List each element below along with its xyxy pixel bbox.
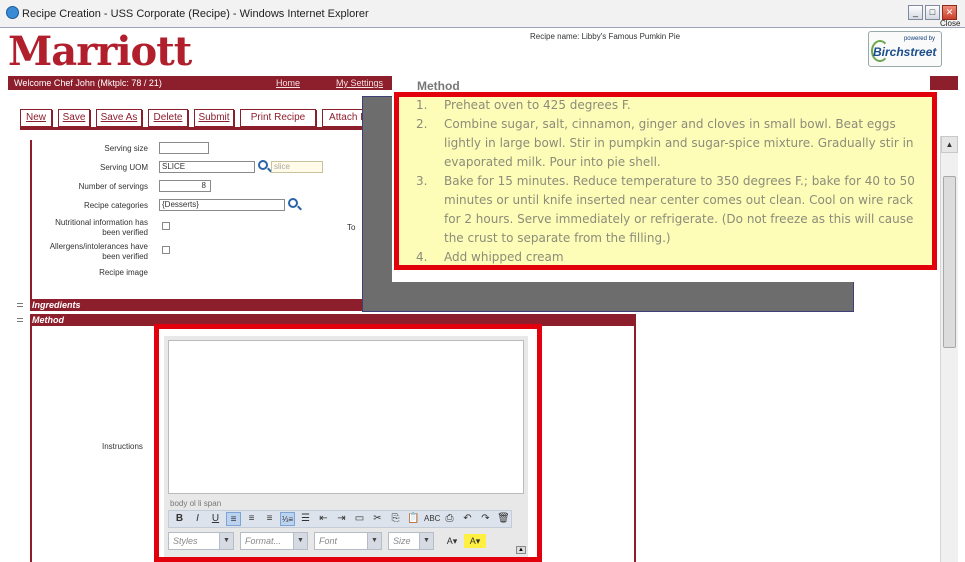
ie-icon: [6, 6, 19, 19]
welcome-text: Welcome Chef John (Mktplc: 78 / 21): [14, 78, 162, 88]
list-item: 2. Combine sugar, salt, cinnamon, ginger …: [406, 115, 926, 172]
method-popup-heading: Method: [417, 79, 460, 93]
save-button[interactable]: Save: [58, 109, 90, 127]
serving-uom-input[interactable]: SLICE: [159, 161, 255, 173]
save-as-button[interactable]: Save As: [96, 109, 142, 127]
recipe-categories-input[interactable]: {Desserts}: [159, 199, 285, 211]
birchstreet-logo: powered by Birchstreet: [868, 31, 942, 67]
window-titlebar: Recipe Creation - USS Corporate (Recipe)…: [0, 0, 965, 28]
nutrition-verified-label-2: been verified: [102, 228, 148, 237]
step-text: Combine sugar, salt, cinnamon, ginger an…: [444, 117, 914, 169]
step-number: 2.: [416, 117, 428, 131]
logo-text: Marriott: [8, 28, 192, 75]
close-icon[interactable]: ✕: [942, 5, 957, 20]
search-icon[interactable]: [258, 160, 268, 170]
list-item: 3. Bake for 15 minutes. Reduce temperatur…: [406, 172, 926, 248]
close-tooltip: Close: [940, 19, 961, 28]
brand-text: Birchstreet: [873, 45, 937, 59]
new-button[interactable]: New: [20, 109, 52, 127]
instructions-label: Instructions: [102, 442, 143, 451]
marriott-logo: Marriott: [8, 28, 248, 75]
minimize-icon[interactable]: _: [908, 5, 923, 20]
step-number: 4.: [416, 250, 428, 264]
recipe-image-label: Recipe image: [99, 268, 148, 277]
step-number: 1.: [416, 98, 428, 112]
scrollbar-thumb[interactable]: [943, 176, 956, 348]
drag-handle-icon[interactable]: [17, 315, 25, 325]
print-recipe-button[interactable]: Print Recipe: [240, 109, 316, 127]
powered-by-text: powered by: [903, 36, 935, 42]
list-item: 1. Preheat oven to 425 degrees F.: [406, 96, 926, 115]
step-text: Preheat oven to 425 degrees F.: [444, 98, 631, 112]
collapse-toolbar-icon[interactable]: ▲: [516, 546, 526, 554]
home-link[interactable]: Home: [276, 78, 300, 88]
serving-size-input[interactable]: [159, 142, 209, 154]
step-number: 3.: [416, 174, 428, 188]
maximize-icon[interactable]: □: [925, 5, 940, 20]
category-search-icon[interactable]: [288, 198, 298, 208]
window-title: Recipe Creation - USS Corporate (Recipe)…: [22, 8, 369, 20]
number-of-servings-input[interactable]: 8: [159, 180, 211, 192]
toolbar-divider: [20, 127, 363, 130]
nutrition-verified-label-1: Nutritional information has: [55, 218, 148, 227]
step-text: Add whipped cream: [444, 250, 564, 264]
allergens-verified-checkbox[interactable]: [162, 246, 170, 254]
recipe-categories-label: Recipe categories: [83, 201, 148, 210]
step-text: Bake for 15 minutes. Reduce temperature …: [444, 174, 915, 245]
vertical-scrollbar[interactable]: ▲: [940, 136, 958, 562]
serving-uom-label: Serving UOM: [99, 163, 148, 172]
serving-uom-description: slice: [271, 161, 323, 173]
drag-handle-icon[interactable]: [17, 300, 25, 310]
partial-label: To: [347, 223, 356, 232]
method-steps-list: 1. Preheat oven to 425 degrees F. 2. Combi…: [406, 96, 926, 267]
delete-button[interactable]: Delete: [148, 109, 188, 127]
submit-button[interactable]: Submit: [194, 109, 234, 127]
scroll-up-icon[interactable]: ▲: [941, 136, 958, 153]
nutrition-verified-checkbox[interactable]: [162, 222, 170, 230]
editor-highlight-box: [154, 324, 542, 562]
recipe-name-header: Recipe name: Libby's Famous Pumkin Pie: [530, 32, 681, 41]
form-left-border: [30, 140, 32, 304]
list-item: 4. Add whipped cream: [406, 248, 926, 267]
serving-size-label: Serving size: [104, 144, 148, 153]
number-of-servings-label: Number of servings: [78, 182, 148, 191]
allergens-verified-label-2: been verified: [102, 252, 148, 261]
my-settings-link[interactable]: My Settings: [336, 78, 383, 88]
allergens-verified-label-1: Allergens/intolerances have: [49, 242, 148, 251]
